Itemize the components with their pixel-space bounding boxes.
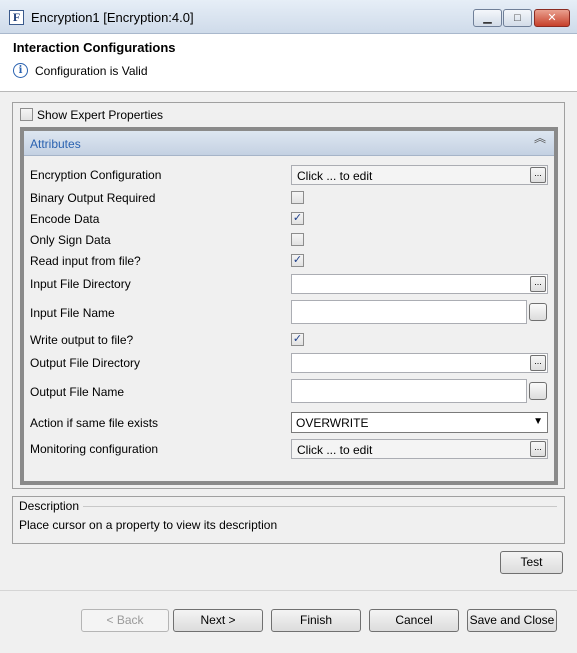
monitoring-configuration-browse-button[interactable]: ... xyxy=(530,441,546,457)
window-title-bar: F Encryption1 [Encryption:4.0] ▁ □ ✕ xyxy=(0,0,577,34)
description-panel: Description Place cursor on a property t… xyxy=(12,496,565,544)
description-divider xyxy=(83,506,557,507)
info-icon: i xyxy=(13,63,28,78)
output-file-directory-label: Output File Directory xyxy=(30,356,141,370)
next-button[interactable]: Next > xyxy=(173,609,263,632)
footer-divider xyxy=(0,590,577,591)
monitoring-configuration-label: Monitoring configuration xyxy=(30,442,159,456)
write-output-to-file-checkbox[interactable]: ✓ xyxy=(291,333,304,346)
encryption-configuration-value: Click ... to edit xyxy=(297,169,373,183)
encryption-configuration-label: Encryption Configuration xyxy=(30,168,162,182)
cancel-button[interactable]: Cancel xyxy=(369,609,459,632)
validation-status: Configuration is Valid xyxy=(35,64,148,78)
action-if-same-file-exists-label: Action if same file exists xyxy=(30,416,159,430)
only-sign-data-checkbox[interactable] xyxy=(291,233,304,246)
output-file-name-field[interactable] xyxy=(291,379,527,403)
input-file-name-button[interactable] xyxy=(529,303,547,321)
maximize-button[interactable]: □ xyxy=(503,9,532,27)
properties-panel: Show Expert Properties Attributes ︽ Encr… xyxy=(12,102,565,489)
save-and-close-button[interactable]: Save and Close xyxy=(467,609,557,632)
close-button[interactable]: ✕ xyxy=(534,9,570,27)
input-file-name-label: Input File Name xyxy=(30,306,115,320)
monitoring-configuration-value: Click ... to edit xyxy=(297,443,373,457)
page-header: Interaction Configurations i Configurati… xyxy=(0,34,577,92)
back-button[interactable]: < Back xyxy=(81,609,169,632)
page-title: Interaction Configurations xyxy=(13,40,176,55)
description-text: Place cursor on a property to view its d… xyxy=(19,518,278,532)
encode-data-checkbox[interactable]: ✓ xyxy=(291,212,304,225)
collapse-icon[interactable]: ︽ xyxy=(534,132,546,144)
attributes-header[interactable]: Attributes ︽ xyxy=(24,131,554,156)
finish-button[interactable]: Finish xyxy=(271,609,361,632)
monitoring-configuration-field[interactable]: Click ... to edit ... xyxy=(291,439,548,459)
test-button[interactable]: Test xyxy=(500,551,563,574)
minimize-button[interactable]: ▁ xyxy=(473,9,502,27)
attributes-section: Attributes ︽ Encryption Configuration Cl… xyxy=(20,127,558,485)
action-if-same-file-exists-value: OVERWRITE xyxy=(296,416,369,430)
app-logo-icon: F xyxy=(9,10,24,25)
show-expert-properties-checkbox[interactable] xyxy=(20,108,33,121)
input-file-directory-field[interactable]: ... xyxy=(291,274,548,294)
window-title: Encryption1 [Encryption:4.0] xyxy=(31,10,194,25)
encryption-configuration-browse-button[interactable]: ... xyxy=(530,167,546,183)
output-file-directory-field[interactable]: ... xyxy=(291,353,548,373)
binary-output-required-checkbox[interactable] xyxy=(291,191,304,204)
read-input-from-file-label: Read input from file? xyxy=(30,254,141,268)
encryption-configuration-field[interactable]: Click ... to edit ... xyxy=(291,165,548,185)
show-expert-properties-label: Show Expert Properties xyxy=(37,108,164,122)
description-title: Description xyxy=(19,499,83,513)
chevron-down-icon: ▼ xyxy=(533,416,543,427)
input-file-name-field[interactable] xyxy=(291,300,527,324)
input-file-directory-label: Input File Directory xyxy=(30,277,131,291)
write-output-to-file-label: Write output to file? xyxy=(30,333,134,347)
output-file-name-button[interactable] xyxy=(529,382,547,400)
input-file-directory-browse-button[interactable]: ... xyxy=(530,276,546,292)
only-sign-data-label: Only Sign Data xyxy=(30,233,111,247)
binary-output-required-label: Binary Output Required xyxy=(30,191,156,205)
encode-data-label: Encode Data xyxy=(30,212,100,226)
output-file-directory-browse-button[interactable]: ... xyxy=(530,355,546,371)
output-file-name-label: Output File Name xyxy=(30,385,125,399)
attributes-title: Attributes xyxy=(30,137,81,151)
read-input-from-file-checkbox[interactable]: ✓ xyxy=(291,254,304,267)
action-if-same-file-exists-dropdown[interactable]: OVERWRITE ▼ xyxy=(291,412,548,433)
